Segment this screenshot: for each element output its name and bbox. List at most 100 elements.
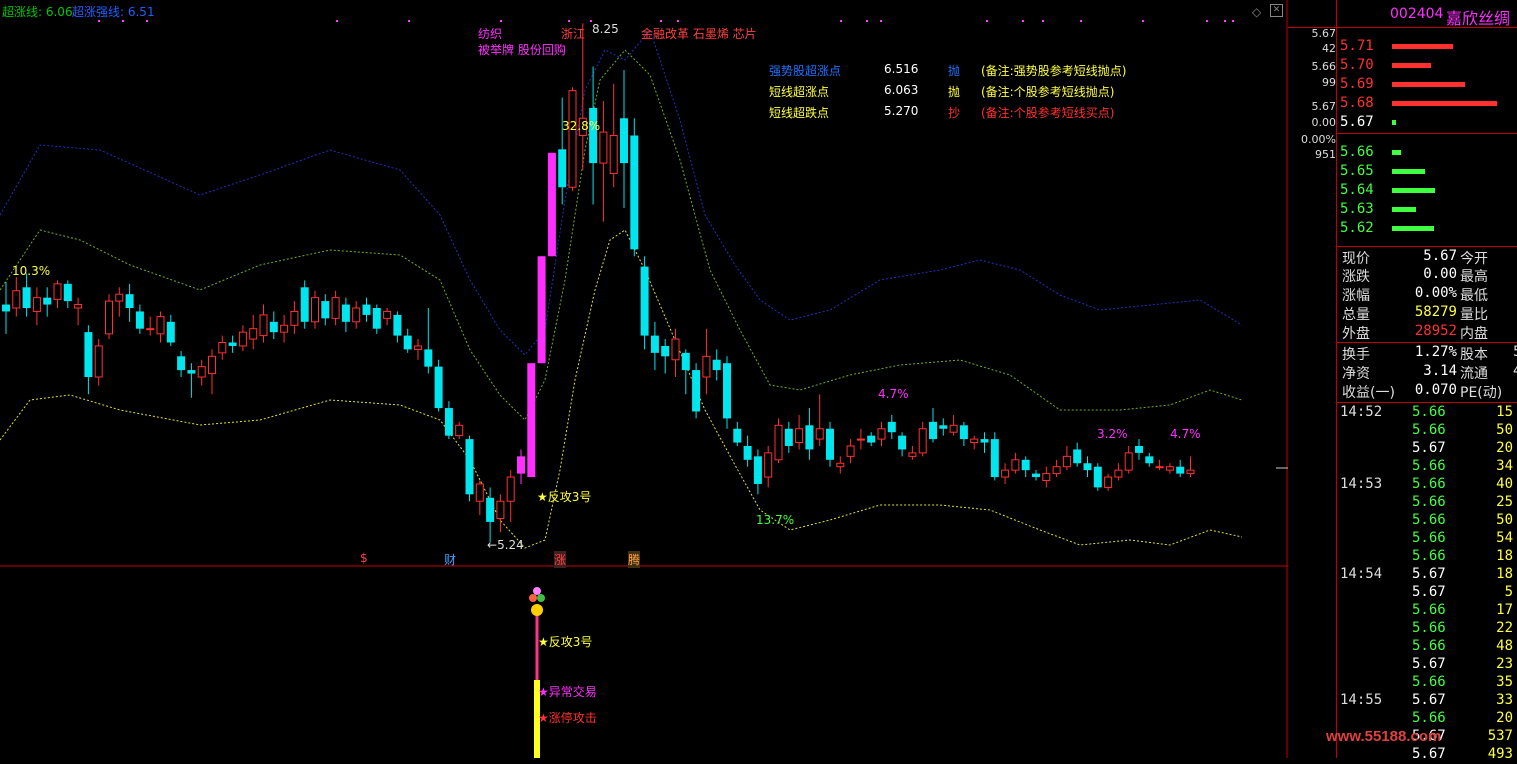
candle-body	[372, 308, 381, 329]
stock-header: 002404 嘉欣丝绸	[1288, 0, 1517, 28]
candle-body	[32, 297, 41, 312]
candle-body	[1073, 449, 1082, 464]
orderbook-price: 5.64	[1340, 182, 1374, 198]
candle-body	[506, 476, 515, 502]
candle-body	[1135, 446, 1143, 453]
candle-body	[1093, 466, 1102, 488]
quote-extra: 5	[1513, 344, 1517, 360]
candle-body	[527, 363, 536, 478]
quote-value: 28952	[1414, 323, 1457, 339]
lower-signal-1: ★反攻3号	[538, 635, 593, 649]
quote-value: 0.070	[1414, 382, 1457, 398]
marker-zhang[interactable]: 涨	[554, 551, 567, 568]
signal-name: 短线超跌点	[769, 106, 830, 120]
ask-row[interactable]: 5.70	[1336, 57, 1517, 76]
tick-volume: 22	[1496, 620, 1513, 636]
ask-row[interactable]: 5.69	[1336, 76, 1517, 95]
tick-volume: 25	[1496, 494, 1513, 510]
marker-cai[interactable]: 财	[444, 551, 456, 568]
candle-body	[867, 435, 876, 443]
bid-row[interactable]: 5.63	[1336, 201, 1517, 220]
candle-body	[362, 304, 371, 315]
candle-body	[815, 428, 824, 440]
pct-label-a: 4.7%	[878, 387, 909, 401]
bid-row[interactable]: 5.64	[1336, 182, 1517, 201]
candle-body	[774, 424, 783, 461]
top-dot	[1042, 20, 1044, 22]
top-dot	[1206, 20, 1208, 22]
window-close-icon[interactable]: ✕	[1270, 4, 1283, 17]
quote-row: 涨跌 0.00 最高	[1342, 266, 1517, 285]
orderbook-left-value: 42	[1322, 42, 1336, 55]
signal-name: 短线超涨点	[769, 85, 830, 99]
candle-body	[537, 256, 546, 364]
signal-action: 抛	[948, 85, 961, 99]
candle-body	[753, 456, 762, 484]
tick-row: 5.66 18	[1336, 548, 1517, 566]
candle-body	[681, 352, 690, 371]
top-dot	[986, 20, 988, 22]
bid-row[interactable]: 5.66	[1336, 144, 1517, 163]
tick-volume: 50	[1496, 422, 1513, 438]
candle-body	[1165, 466, 1174, 471]
quote-key: 换手	[1342, 347, 1370, 363]
candle-body	[856, 438, 865, 441]
ask-row[interactable]: 5.71	[1336, 38, 1517, 57]
candles	[2, 23, 1195, 543]
low-price-value: 5.24	[497, 538, 524, 552]
orderbook-price: 5.68	[1340, 95, 1374, 111]
candle-body	[1062, 455, 1071, 468]
candle-body	[836, 462, 845, 468]
tick-price: 5.67	[1412, 692, 1446, 708]
top-dot-markers	[98, 20, 1234, 22]
candle-body	[743, 446, 752, 460]
marker-zheng[interactable]: 腾	[628, 551, 641, 568]
tick-volume: 35	[1496, 674, 1513, 690]
annotation-brand: 被举牌 股份回购	[478, 43, 566, 57]
candle-body	[877, 428, 886, 440]
marker-s[interactable]: $	[360, 551, 368, 565]
orderbook-volume-bar	[1392, 226, 1434, 231]
candle-body	[517, 456, 525, 474]
top-dot	[1232, 20, 1234, 22]
signal-action: 抛	[948, 64, 961, 78]
candle-body	[970, 438, 979, 444]
candle-body	[434, 366, 443, 409]
tick-volume: 18	[1496, 566, 1513, 582]
candle-body	[115, 293, 124, 302]
tick-volume: 20	[1496, 710, 1513, 726]
top-dot	[146, 20, 148, 22]
candle-body	[135, 311, 144, 329]
top-dot	[568, 20, 570, 22]
tick-price: 5.66	[1412, 404, 1446, 420]
candle-body	[620, 118, 628, 164]
tick-price: 5.66	[1412, 422, 1446, 438]
quote-key: 收益(一)	[1342, 385, 1395, 401]
current-row[interactable]: 5.67	[1336, 114, 1517, 133]
candle-body	[455, 424, 464, 437]
top-dot	[840, 20, 842, 22]
candle-body	[475, 483, 484, 502]
bid-row[interactable]: 5.62	[1336, 220, 1517, 239]
candle-body	[341, 304, 350, 322]
candle-body	[444, 408, 453, 436]
bid-row[interactable]: 5.65	[1336, 163, 1517, 182]
candle-body	[558, 149, 567, 188]
candle-body	[702, 355, 711, 378]
candle-body	[321, 301, 330, 319]
window-diamond-icon[interactable]: ◇	[1252, 5, 1261, 19]
tick-row: 5.67 20	[1336, 440, 1517, 458]
orderbook-left-value: 5.67	[1311, 100, 1337, 113]
candle-body	[1001, 469, 1010, 478]
ask-row[interactable]: 5.68	[1336, 95, 1517, 114]
candle-body	[784, 428, 793, 446]
tick-price: 5.66	[1412, 674, 1446, 690]
candle-body	[269, 321, 278, 333]
top-dot	[408, 20, 410, 22]
candle-body	[898, 435, 907, 450]
candle-body	[383, 310, 392, 319]
quote-value: 1.27%	[1414, 344, 1457, 360]
orderbook-left-value: 0.00%	[1301, 133, 1336, 146]
tick-row: 14:52 5.66 15	[1336, 404, 1517, 422]
candle-body	[764, 452, 773, 478]
